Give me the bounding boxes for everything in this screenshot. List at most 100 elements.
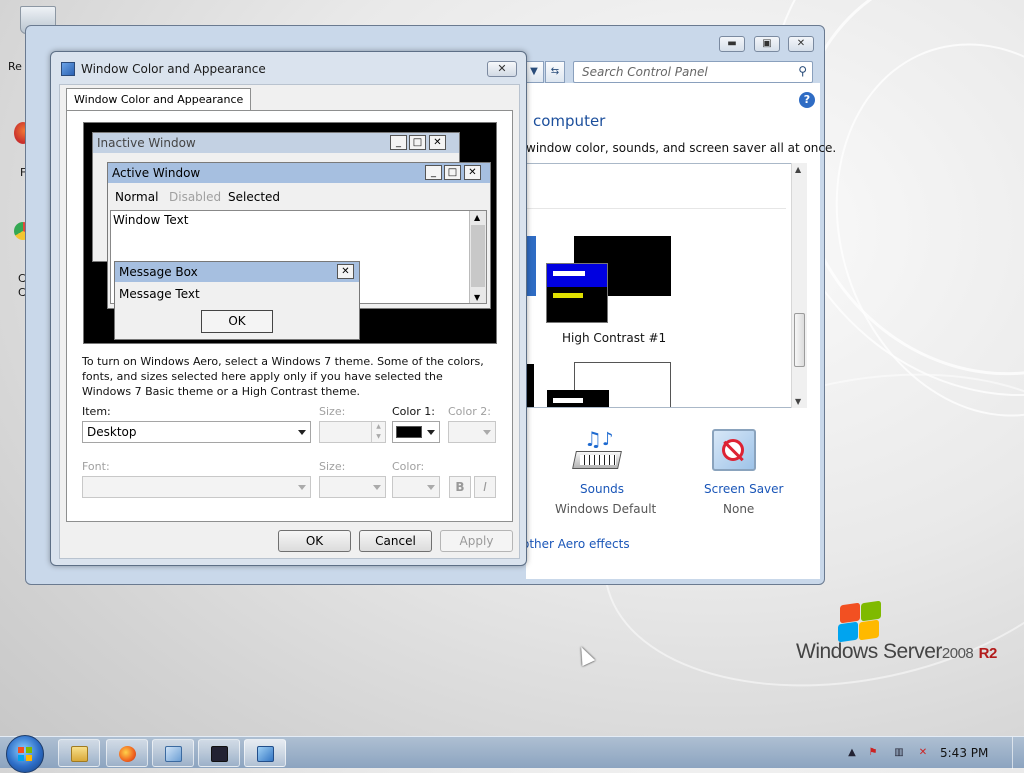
control-panel-icon bbox=[165, 746, 182, 762]
terminal-icon bbox=[211, 746, 228, 762]
sounds-link[interactable]: Sounds bbox=[580, 482, 624, 496]
dialog-close-button[interactable]: ✕ bbox=[487, 61, 517, 77]
search-placeholder: Search Control Panel bbox=[582, 65, 708, 79]
taskbar-appearance-button[interactable] bbox=[244, 739, 286, 767]
color1-picker[interactable] bbox=[392, 421, 440, 443]
mouse-cursor-icon bbox=[574, 643, 596, 667]
chevron-down-icon bbox=[373, 485, 381, 490]
appearance-preview[interactable]: Inactive Window _ □ ✕ Active Window _ □ … bbox=[83, 122, 497, 344]
theme-label: High Contrast #1 bbox=[562, 331, 667, 345]
search-icon: ⚲ bbox=[798, 64, 807, 78]
item-select[interactable]: Desktop bbox=[82, 421, 311, 443]
folder-icon bbox=[71, 746, 88, 762]
window-text: Window Text bbox=[113, 213, 189, 227]
italic-button[interactable]: I bbox=[474, 476, 496, 498]
taskbar: ▲ ⚑ ▥ ✕ 5:43 PM bbox=[0, 735, 1024, 773]
message-box-title: Message Box bbox=[119, 265, 198, 279]
chevron-down-icon bbox=[298, 485, 306, 490]
taskbar-firefox-button[interactable] bbox=[106, 739, 148, 767]
close-icon: ✕ bbox=[337, 264, 354, 279]
dialog-title: Window Color and Appearance bbox=[81, 62, 266, 76]
theme-thumbnail-partial[interactable] bbox=[526, 236, 536, 296]
theme-list[interactable] bbox=[525, 163, 805, 408]
action-center-icon[interactable]: ⚑ bbox=[866, 746, 880, 760]
menu-selected: Selected bbox=[228, 190, 281, 204]
preview-scrollbar: ▲ ▼ bbox=[469, 211, 486, 303]
address-dropdown-button[interactable]: ▼ bbox=[524, 61, 544, 83]
scroll-thumb[interactable] bbox=[794, 313, 805, 367]
taskbar-control-panel-button[interactable] bbox=[152, 739, 194, 767]
aero-effects-link[interactable]: other Aero effects bbox=[522, 537, 630, 551]
maximize-icon: □ bbox=[444, 165, 461, 180]
active-window-title: Active Window bbox=[112, 166, 201, 180]
refresh-button[interactable]: ⇆ bbox=[545, 61, 565, 83]
font-label: Font: bbox=[82, 460, 110, 473]
font-color-label: Color: bbox=[392, 460, 425, 473]
color2-label: Color 2: bbox=[448, 405, 491, 418]
apply-button[interactable]: Apply bbox=[440, 530, 513, 552]
stepper-arrows[interactable]: ▲ ▼ bbox=[371, 422, 385, 442]
dialog-app-icon bbox=[61, 62, 75, 76]
ok-button[interactable]: OK bbox=[278, 530, 351, 552]
size-label: Size: bbox=[319, 405, 346, 418]
windows-server-logo: Windows Server2008 R2 bbox=[796, 600, 997, 664]
close-button[interactable]: ✕ bbox=[788, 36, 814, 52]
cancel-button[interactable]: Cancel bbox=[359, 530, 432, 552]
window-color-dialog[interactable]: Window Color and Appearance ✕ Window Col… bbox=[50, 51, 527, 566]
scroll-down-icon[interactable]: ▼ bbox=[795, 397, 801, 406]
sounds-icon[interactable]: ♫ ♪ bbox=[572, 427, 624, 473]
taskbar-app-button[interactable] bbox=[198, 739, 240, 767]
screen-saver-value: None bbox=[723, 502, 755, 516]
chevron-down-icon bbox=[483, 430, 491, 435]
theme-separator bbox=[526, 208, 786, 209]
theme-scrollbar[interactable]: ▲ ▼ bbox=[791, 163, 807, 408]
item-label: Item: bbox=[82, 405, 111, 418]
theme-preview-window bbox=[546, 263, 608, 323]
theme-thumbnail-partial[interactable] bbox=[526, 364, 534, 407]
display-settings-icon bbox=[257, 746, 274, 762]
font-size-label: Size: bbox=[319, 460, 346, 473]
color2-picker[interactable] bbox=[448, 421, 496, 443]
page-description: window color, sounds, and screen saver a… bbox=[526, 141, 837, 155]
chevron-down-icon bbox=[298, 430, 306, 435]
font-select[interactable] bbox=[82, 476, 311, 498]
show-desktop-button[interactable] bbox=[1012, 737, 1024, 769]
help-icon[interactable]: ? bbox=[799, 92, 815, 108]
minimize-icon: _ bbox=[390, 135, 407, 150]
page-heading: computer bbox=[533, 112, 606, 130]
close-icon: ✕ bbox=[464, 165, 481, 180]
screen-saver-icon[interactable] bbox=[712, 429, 756, 471]
windows-logo-icon bbox=[18, 747, 32, 761]
dialog-body: Window Color and Appearance Inactive Win… bbox=[59, 84, 520, 559]
taskbar-clock[interactable]: 5:43 PM bbox=[940, 746, 988, 760]
high-contrast-theme-thumbnail[interactable] bbox=[546, 236, 671, 323]
aero-info-text: To turn on Windows Aero, select a Window… bbox=[82, 355, 484, 398]
maximize-button[interactable]: ▣ bbox=[754, 36, 780, 52]
color1-label: Color 1: bbox=[392, 405, 435, 418]
tab-panel: Inactive Window _ □ ✕ Active Window _ □ … bbox=[66, 110, 513, 522]
scroll-up-icon[interactable]: ▲ bbox=[795, 165, 801, 174]
screen-saver-link[interactable]: Screen Saver bbox=[704, 482, 783, 496]
start-button[interactable] bbox=[6, 735, 44, 773]
minimize-icon: _ bbox=[425, 165, 442, 180]
windows-server-wordmark: Windows Server2008 R2 bbox=[796, 640, 997, 663]
color1-swatch bbox=[396, 426, 422, 438]
tray-expand-icon[interactable]: ▲ bbox=[845, 746, 859, 760]
high-contrast-white-theme-thumbnail[interactable] bbox=[547, 362, 671, 407]
minimize-button[interactable]: ▬ bbox=[719, 36, 745, 52]
message-box-titlebar: Message Box bbox=[115, 262, 359, 282]
search-input[interactable]: Search Control Panel ⚲ bbox=[573, 61, 813, 83]
taskbar-explorer-button[interactable] bbox=[58, 739, 100, 767]
volume-muted-icon[interactable]: ✕ bbox=[916, 746, 930, 760]
tab-window-color[interactable]: Window Color and Appearance bbox=[66, 88, 252, 111]
network-icon[interactable]: ▥ bbox=[892, 746, 906, 760]
item-select-value: Desktop bbox=[87, 425, 137, 439]
preview-ok-button: OK bbox=[201, 310, 273, 333]
font-size-select[interactable] bbox=[319, 476, 386, 498]
message-text: Message Text bbox=[119, 287, 200, 301]
font-color-picker[interactable] bbox=[392, 476, 440, 498]
chevron-down-icon bbox=[427, 430, 435, 435]
maximize-icon: □ bbox=[409, 135, 426, 150]
bold-button[interactable]: B bbox=[449, 476, 471, 498]
size-stepper[interactable]: ▲ ▼ bbox=[319, 421, 386, 443]
